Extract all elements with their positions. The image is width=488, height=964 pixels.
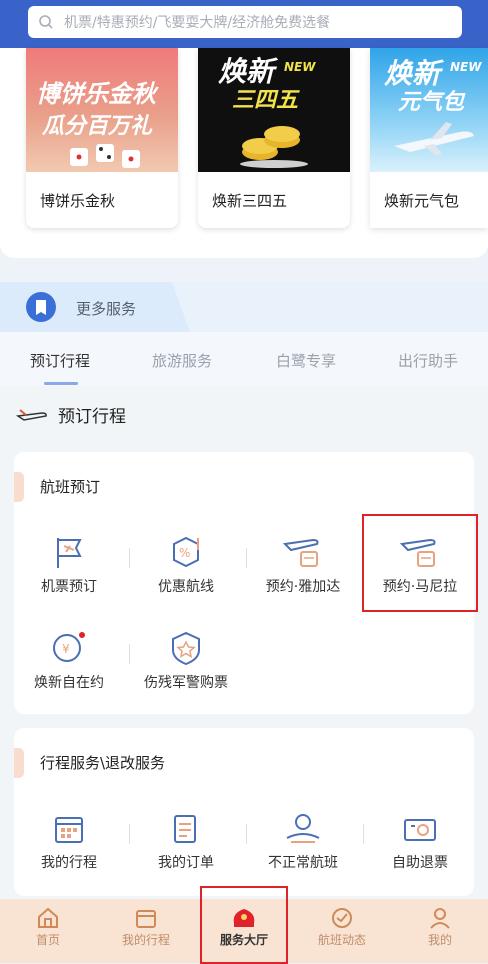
more-services-icon [26, 292, 56, 322]
promo-banner-new: NEW [284, 60, 316, 74]
item-label: 自助退票 [392, 855, 448, 871]
clock-yuan-icon: ¥ [53, 632, 85, 662]
item-label: 优惠航线 [158, 579, 214, 595]
my-trips[interactable]: 我的行程 [14, 800, 124, 872]
nav-label: 我的行程 [121, 933, 170, 947]
item-label: 我的订单 [158, 855, 214, 871]
nav-label: 首页 [35, 933, 60, 947]
promo-section: 博饼乐金秋 瓜分百万礼 博饼乐金秋 焕新 NEW 三四五 焕新三四五 焕新 NE [0, 48, 488, 258]
item-label: 预约·雅加达 [265, 579, 341, 595]
item-label: 机票预订 [41, 579, 97, 595]
section-header: 预订行程 [16, 402, 126, 427]
divider [129, 644, 130, 664]
item-label: 我的行程 [41, 855, 97, 871]
nav-flight-status[interactable]: 航班动态 [294, 905, 390, 948]
discount-routes[interactable]: % 优惠航线 [131, 524, 241, 596]
svg-text:¥: ¥ [62, 642, 70, 656]
tab-travel-assistant[interactable]: 出行助手 [398, 350, 458, 371]
calendar-icon [55, 817, 83, 843]
trip-services-panel: 行程服务\退改服务 我的行程 我的订单 不正常航班 自助退票 [14, 728, 474, 896]
promo-banner-text: 博饼乐金秋 [36, 80, 156, 108]
promo-banner-subtext: 元气包 [398, 90, 465, 115]
flight-ticket-booking[interactable]: 机票预订 [14, 524, 124, 596]
divider [129, 824, 130, 844]
coins-icon [240, 126, 308, 168]
shield-star-icon [172, 631, 200, 666]
tab-travel-services[interactable]: 旅游服务 [152, 350, 212, 371]
service-tabs: 预订行程 旅游服务 白鹭专享 出行助手 [0, 332, 488, 386]
refund-ticket-icon [404, 819, 436, 841]
airplane-icon [394, 122, 474, 156]
promo-banner-yuanqi: 焕新 NEW 元气包 [370, 48, 488, 172]
divider [363, 824, 364, 844]
search-icon [39, 15, 53, 29]
my-orders[interactable]: 我的订单 [131, 800, 241, 872]
divider [246, 548, 247, 568]
nav-profile[interactable]: 我的 [392, 905, 488, 948]
promo-banner-345: 焕新 NEW 三四五 [198, 48, 350, 172]
more-services-label: 更多服务 [76, 300, 137, 318]
calendar-icon [136, 910, 156, 928]
promo-banner-subtext: 瓜分百万礼 [42, 114, 153, 139]
order-icon [174, 815, 196, 843]
discount-route-icon: % [173, 536, 199, 568]
search-placeholder: 机票/特惠预约/飞要耍大牌/经济舱免费选餐 [64, 15, 331, 31]
book-jakarta[interactable]: 预约·雅加达 [248, 524, 358, 596]
flag-ticket-icon [57, 538, 82, 568]
svg-text:%: % [179, 546, 190, 560]
nav-my-trips[interactable]: 我的行程 [98, 905, 194, 948]
disabled-military-police-ticket[interactable]: 伤残军警购票 [131, 620, 241, 692]
plane-booking-icon [283, 538, 319, 567]
dice-icon [70, 144, 140, 168]
tab-egret-exclusive[interactable]: 白鹭专享 [276, 350, 336, 371]
panel-title: 航班预订 [40, 478, 101, 496]
section-title: 预订行程 [58, 407, 126, 427]
main-content: 预订行程 航班预订 机票预订 % 优惠航线 预约·雅加达 预约·马尼拉 ¥ 焕新… [0, 386, 488, 900]
nav-home[interactable]: 首页 [0, 905, 96, 948]
airplane-icon [16, 408, 47, 421]
renew-flex-booking[interactable]: ¥ 焕新自在约 [14, 620, 124, 692]
divider [246, 824, 247, 844]
promo-card-yuanqi[interactable]: 焕新 NEW 元气包 焕新元气包 [370, 48, 488, 228]
panel-title: 行程服务\退改服务 [40, 754, 166, 772]
promo-banner-subtext: 三四五 [232, 88, 299, 113]
nav-label: 我的 [427, 933, 452, 947]
promo-title: 焕新元气包 [384, 192, 460, 210]
panel-accent [14, 748, 24, 778]
highlight-box-service-hall [200, 886, 288, 964]
top-bar: 机票/特惠预约/飞要耍大牌/经济舱免费选餐 [0, 0, 488, 48]
item-label: 伤残军警购票 [144, 675, 228, 691]
tab-booking[interactable]: 预订行程 [30, 350, 90, 371]
panel-accent [14, 472, 24, 502]
self-refund[interactable]: 自助退票 [365, 800, 475, 872]
promo-banner-bobing: 博饼乐金秋 瓜分百万礼 [26, 48, 178, 172]
promo-title: 焕新三四五 [212, 192, 288, 210]
irregular-flight-icon [286, 814, 320, 843]
active-tab-indicator [44, 382, 78, 385]
item-label: 焕新自在约 [34, 675, 104, 691]
home-icon [38, 907, 58, 928]
promo-title: 博饼乐金秋 [40, 192, 116, 210]
item-label: 不正常航班 [268, 855, 338, 871]
divider [129, 548, 130, 568]
promo-banner-new: NEW [450, 60, 482, 74]
promo-card-345[interactable]: 焕新 NEW 三四五 焕新三四五 [198, 48, 350, 228]
flight-status-icon [332, 908, 352, 928]
highlight-box-manila [362, 514, 478, 612]
promo-card-bobing[interactable]: 博饼乐金秋 瓜分百万礼 博饼乐金秋 [26, 48, 178, 228]
more-services-header: 更多服务 [0, 282, 488, 332]
search-input[interactable]: 机票/特惠预约/飞要耍大牌/经济舱免费选餐 [28, 6, 462, 38]
nav-label: 航班动态 [317, 933, 366, 947]
profile-icon [430, 908, 450, 929]
irregular-flights[interactable]: 不正常航班 [248, 800, 358, 872]
